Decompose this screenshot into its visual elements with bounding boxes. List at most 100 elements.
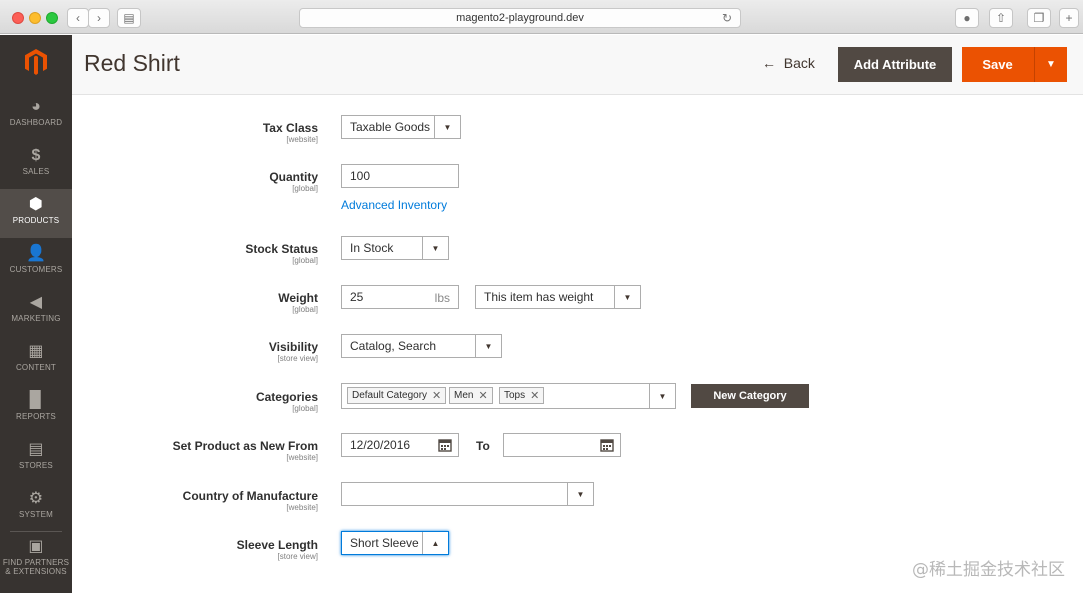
category-tag-label: Default Category	[352, 390, 428, 401]
sidebar-item-content[interactable]: ▦ CONTENT	[0, 336, 72, 385]
chevron-down-icon: ▼	[614, 286, 640, 308]
country-scope: [website]	[286, 503, 318, 512]
box-icon: ▣	[28, 538, 44, 555]
calendar-icon[interactable]	[438, 438, 452, 452]
sidebar-toggle-icon[interactable]: ▤	[117, 8, 141, 28]
chevron-down-icon[interactable]: ▼	[649, 384, 675, 408]
sidebar-item-label: REPORTS	[16, 412, 56, 421]
caret-down-icon: ▼	[1046, 59, 1056, 70]
sleeve-length-select[interactable]: Short Sleeve ▲	[341, 531, 449, 555]
sidebar-item-system[interactable]: ⚙ SYSTEM	[0, 483, 72, 532]
chevron-down-icon: ▼	[434, 116, 460, 138]
save-options-toggle[interactable]: ▼	[1034, 47, 1067, 82]
chevron-down-icon: ▼	[475, 335, 501, 357]
quantity-value: 100	[350, 169, 371, 183]
minimize-window-button[interactable]	[29, 12, 41, 24]
stock-status-label: Stock Status	[245, 242, 318, 256]
sidebar-item-label: SYSTEM	[18, 510, 54, 519]
advanced-inventory-link[interactable]: Advanced Inventory	[341, 198, 447, 212]
tax-class-scope: [website]	[286, 135, 318, 144]
url-text: magento2-playground.dev	[456, 12, 584, 24]
address-bar[interactable]: magento2-playground.dev ↻	[299, 8, 741, 28]
admin-sidebar: ◕ DASHBOARD $ SALES ⬢ PRODUCTS 👤 CUSTOME…	[0, 35, 72, 593]
new-from-date-input[interactable]: 12/20/2016	[341, 433, 459, 457]
category-tag: Men ✕	[449, 387, 493, 404]
stock-status-select[interactable]: In Stock ▼	[341, 236, 449, 260]
sidebar-item-find-partners[interactable]: ▣ FIND PARTNERS & EXTENSIONS	[0, 534, 72, 584]
country-label: Country of Manufacture	[182, 489, 318, 503]
tabs-overview-icon[interactable]: ❐	[1027, 8, 1051, 28]
sidebar-item-dashboard[interactable]: ◕ DASHBOARD	[0, 91, 72, 140]
back-button[interactable]: ← Back	[762, 55, 815, 71]
sidebar-item-label: FIND PARTNERS	[2, 558, 70, 567]
remove-tag-icon[interactable]: ✕	[432, 389, 441, 402]
new-category-button[interactable]: New Category	[691, 384, 809, 408]
sidebar-item-products[interactable]: ⬢ PRODUCTS	[0, 189, 72, 238]
sidebar-item-label: MARKETING	[11, 314, 61, 323]
sidebar-item-label: CUSTOMERS	[9, 265, 63, 274]
sidebar-item-reports[interactable]: ▉ REPORTS	[0, 385, 72, 434]
remove-tag-icon[interactable]: ✕	[530, 389, 539, 402]
weight-value: 25	[350, 290, 364, 304]
new-from-value: 12/20/2016	[350, 438, 411, 452]
sleeve-length-label: Sleeve Length	[236, 538, 318, 552]
browser-back-icon[interactable]: ‹	[67, 8, 89, 28]
weight-input[interactable]: 25 lbs	[341, 285, 459, 309]
remove-tag-icon[interactable]: ✕	[478, 389, 487, 402]
sidebar-item-stores[interactable]: ▤ STORES	[0, 434, 72, 483]
person-icon: 👤	[25, 245, 47, 262]
categories-scope: [global]	[292, 404, 318, 413]
watermark: @稀土掘金技术社区	[912, 560, 1065, 580]
add-attribute-label: Add Attribute	[853, 57, 937, 72]
visibility-select[interactable]: Catalog, Search ▼	[341, 334, 502, 358]
sleeve-length-scope: [store view]	[277, 552, 318, 561]
sidebar-item-label: SALES	[22, 167, 50, 176]
new-from-scope: [website]	[286, 453, 318, 462]
arrow-left-icon: ←	[762, 55, 776, 71]
sidebar-item-sales[interactable]: $ SALES	[0, 140, 72, 189]
categories-multiselect[interactable]: Default Category ✕ Men ✕ Tops ✕ ▼	[341, 383, 676, 409]
browser-toolbar: ‹ › ▤ magento2-playground.dev ↻ ● ⇧ ❐ +	[0, 0, 1083, 34]
new-tab-icon[interactable]: +	[1059, 8, 1079, 28]
sidebar-item-label: DASHBOARD	[9, 118, 63, 127]
magento-logo[interactable]	[0, 35, 72, 89]
bar-chart-icon: ▉	[29, 392, 43, 409]
sidebar-item-customers[interactable]: 👤 CUSTOMERS	[0, 238, 72, 287]
category-tag-label: Men	[454, 390, 474, 401]
sidebar-item-label: CONTENT	[15, 363, 57, 372]
weight-label: Weight	[278, 291, 318, 305]
add-attribute-button[interactable]: Add Attribute	[838, 47, 952, 82]
sidebar-item-marketing[interactable]: ◀ MARKETING	[0, 287, 72, 336]
save-button-label: Save	[982, 57, 1013, 72]
calendar-icon[interactable]	[600, 438, 614, 452]
browser-forward-icon[interactable]: ›	[88, 8, 110, 28]
store-icon: ▤	[28, 441, 44, 458]
reload-icon[interactable]: ↻	[722, 11, 732, 25]
chevron-up-icon: ▲	[422, 532, 448, 554]
share-icon[interactable]: ⇧	[989, 8, 1013, 28]
quantity-input[interactable]: 100	[341, 164, 459, 188]
tax-class-select[interactable]: Taxable Goods ▼	[341, 115, 461, 139]
sidebar-item-label: PRODUCTS	[12, 216, 60, 225]
visibility-value: Catalog, Search	[350, 339, 437, 353]
country-select[interactable]: ▼	[341, 482, 594, 506]
maximize-window-button[interactable]	[46, 12, 58, 24]
tax-class-value: Taxable Goods	[350, 120, 431, 134]
downloads-icon[interactable]: ●	[955, 8, 979, 28]
tax-class-label: Tax Class	[262, 121, 318, 135]
category-tag: Tops ✕	[499, 387, 545, 404]
visibility-label: Visibility	[268, 340, 318, 354]
cube-icon: ⬢	[28, 196, 44, 213]
chevron-down-icon: ▼	[567, 483, 593, 505]
new-to-date-input[interactable]	[503, 433, 621, 457]
categories-label: Categories	[255, 390, 318, 404]
close-window-button[interactable]	[12, 12, 24, 24]
sidebar-divider	[10, 531, 62, 532]
sleeve-length-value: Short Sleeve	[350, 536, 419, 550]
new-category-label: New Category	[713, 390, 787, 402]
weight-type-select[interactable]: This item has weight ▼	[475, 285, 641, 309]
sidebar-item-label: STORES	[19, 461, 53, 470]
sidebar-item-label: & EXTENSIONS	[5, 567, 67, 576]
save-button[interactable]: Save	[962, 47, 1033, 82]
back-button-label: Back	[783, 55, 815, 71]
